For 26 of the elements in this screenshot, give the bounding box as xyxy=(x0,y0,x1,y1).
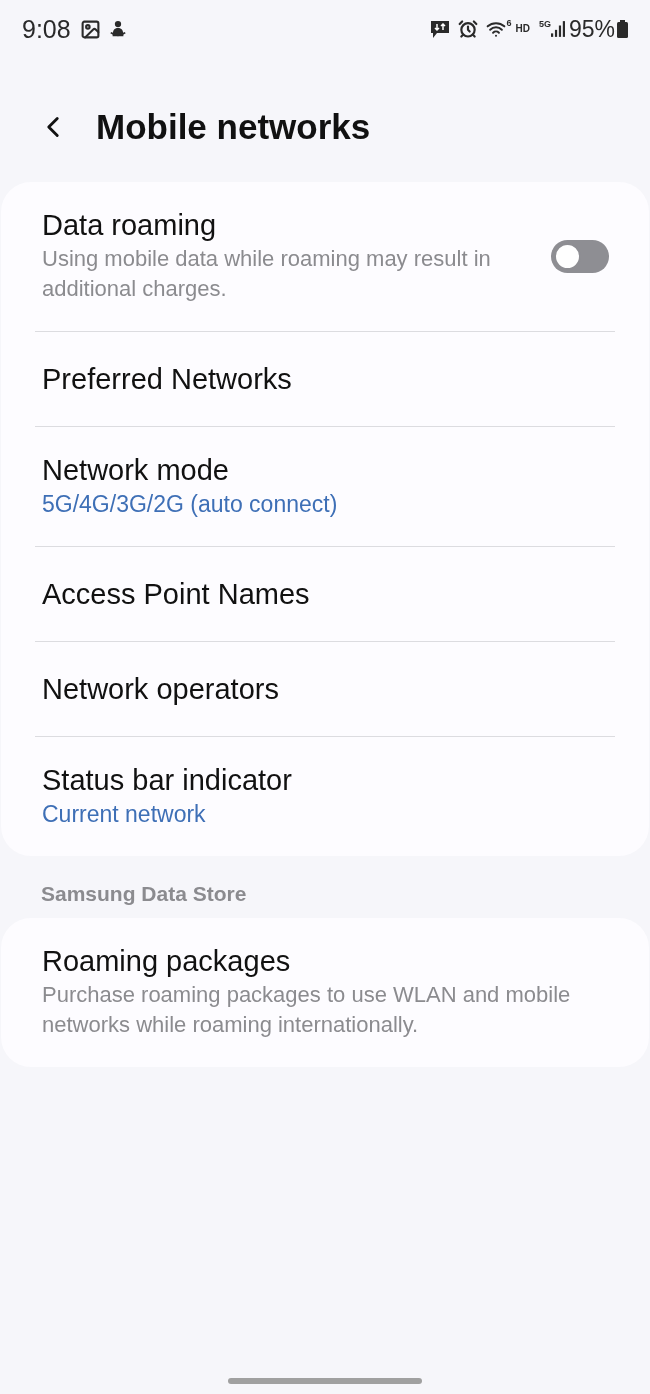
section-header: Samsung Data Store xyxy=(41,882,248,906)
setting-title: Roaming packages xyxy=(42,945,292,977)
message-icon xyxy=(430,19,451,39)
setting-title: Status bar indicator xyxy=(42,764,293,796)
setting-value: 5G/4G/3G/2G (auto connect) xyxy=(42,490,339,519)
signal-icon xyxy=(550,20,565,38)
setting-summary: Purchase roaming packages to use WLAN and mobile networks while roaming internationally. xyxy=(42,981,572,1039)
hd-label: HD xyxy=(515,23,530,35)
setting-value: Current network xyxy=(42,800,207,829)
setting-title: Preferred Networks xyxy=(42,363,293,395)
wifi-icon xyxy=(486,19,507,39)
battery-percent: 95% xyxy=(568,15,615,43)
status-time: 9:08 xyxy=(22,15,71,43)
image-icon xyxy=(79,18,101,40)
alarm-icon xyxy=(458,19,479,39)
wifi-generation-label: 6 xyxy=(506,19,512,28)
setting-title: Network mode xyxy=(42,454,230,486)
setting-title: Network operators xyxy=(42,673,280,705)
page-title: Mobile networks xyxy=(96,107,371,147)
setting-summary: Using mobile data while roaming may result in additional charges. xyxy=(42,245,492,303)
network-type-label: 5G xyxy=(538,20,551,29)
person-icon xyxy=(108,19,127,39)
battery-icon xyxy=(617,20,628,38)
setting-title: Data roaming xyxy=(42,209,218,241)
setting-title: Access Point Names xyxy=(42,578,311,610)
toggle-switch[interactable] xyxy=(551,240,609,273)
